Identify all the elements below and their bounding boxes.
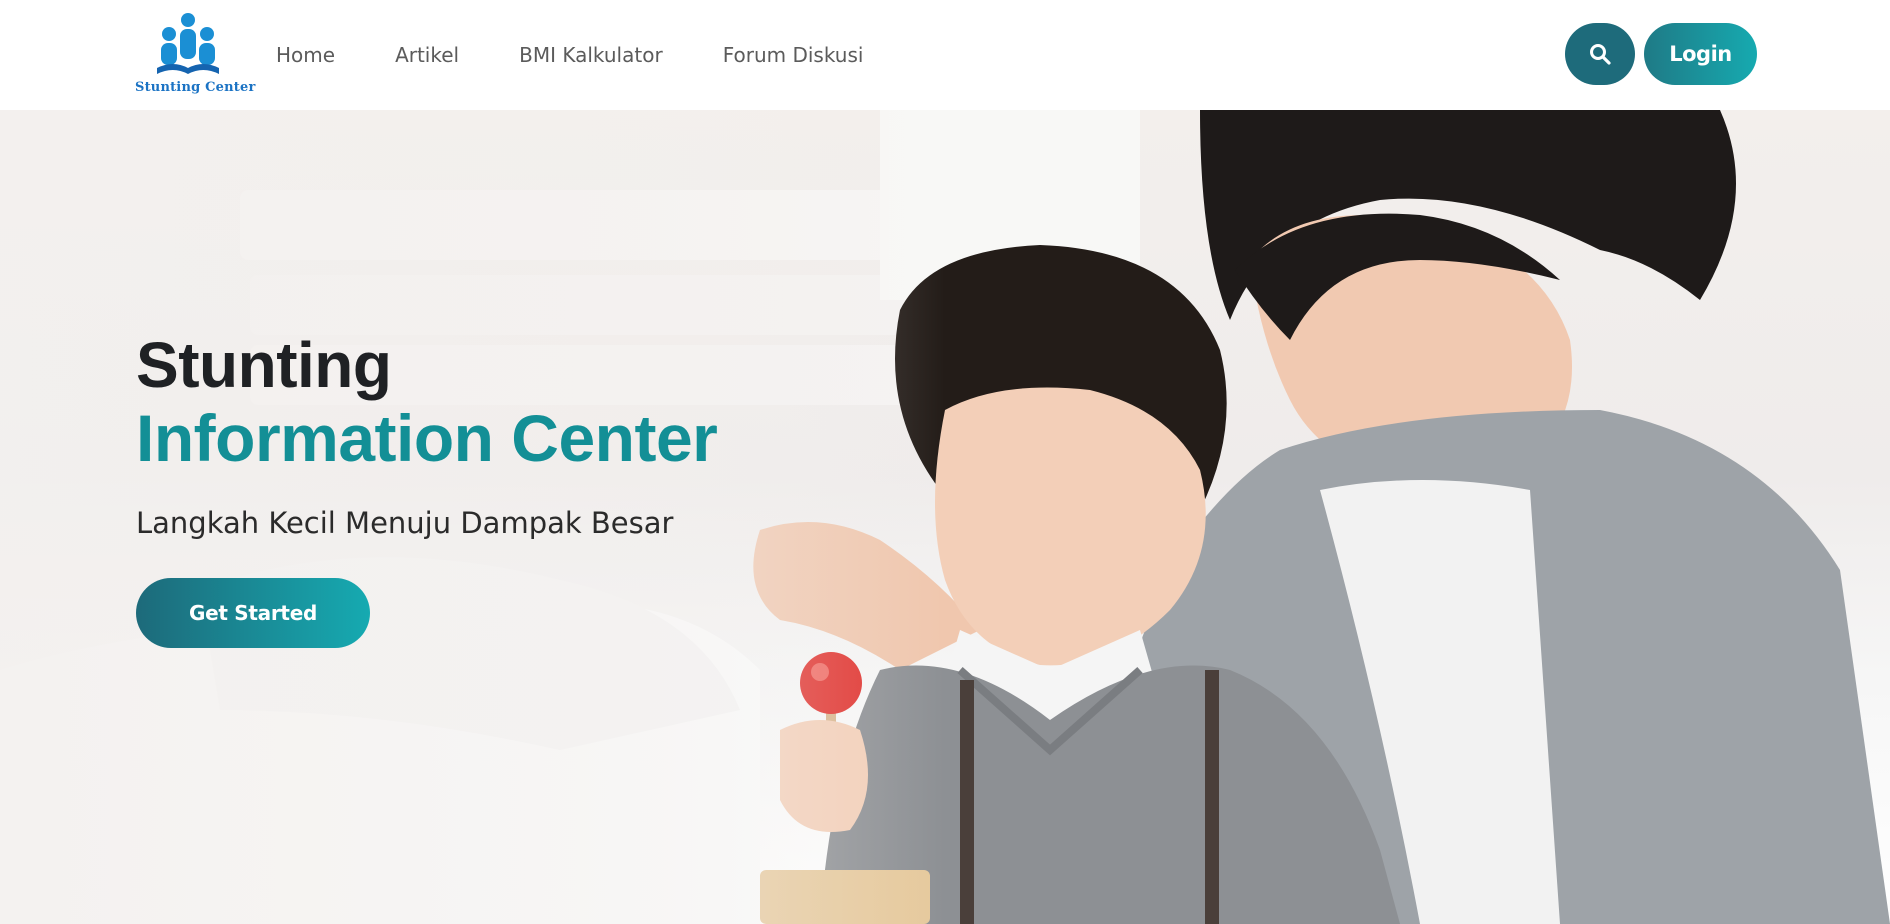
nav-bmi-kalkulator[interactable]: BMI Kalkulator: [519, 43, 663, 67]
nav-artikel[interactable]: Artikel: [395, 43, 459, 67]
get-started-button[interactable]: Get Started: [136, 578, 370, 648]
logo-text: Stunting Center: [135, 80, 256, 95]
search-icon: [1590, 44, 1611, 65]
hero-subtitle: Langkah Kecil Menuju Dampak Besar: [136, 506, 674, 540]
main-nav: Home Artikel BMI Kalkulator Forum Diskus…: [276, 0, 923, 110]
logo-people-icon: [157, 13, 219, 74]
nav-forum-diskusi[interactable]: Forum Diskusi: [723, 43, 864, 67]
search-button[interactable]: [1565, 23, 1635, 85]
hero-section: Stunting Information Center Langkah Keci…: [0, 110, 1890, 924]
nav-home[interactable]: Home: [276, 43, 335, 67]
logo[interactable]: Stunting Center: [135, 12, 256, 98]
login-button[interactable]: Login: [1644, 23, 1757, 85]
site-header: Stunting Center Home Artikel BMI Kalkula…: [0, 0, 1890, 110]
hero-title-line2: Information Center: [136, 401, 718, 475]
hero-title-line1: Stunting: [136, 329, 392, 401]
